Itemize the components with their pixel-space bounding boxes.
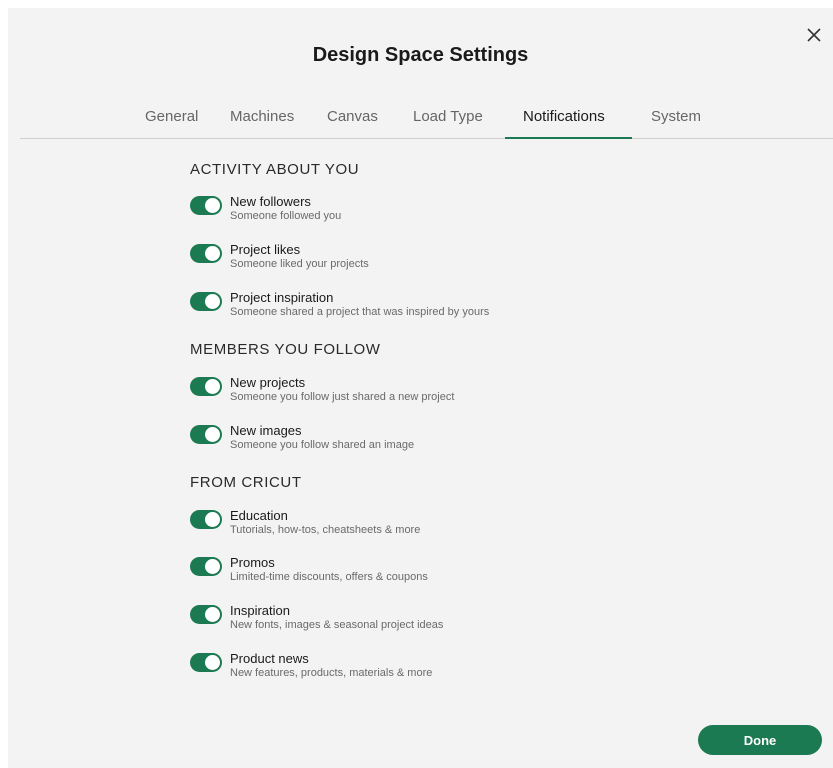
toggle-project-likes[interactable]: [190, 244, 222, 263]
section-title-activity: ACTIVITY ABOUT YOU: [190, 161, 360, 178]
toggle-education[interactable]: [190, 510, 222, 529]
item-label: Product news: [230, 651, 309, 666]
toggle-inspiration[interactable]: [190, 605, 222, 624]
item-label: Inspiration: [230, 603, 290, 618]
item-label: Project inspiration: [230, 290, 334, 305]
item-label: New followers: [230, 194, 311, 209]
toggle-new-projects[interactable]: [190, 377, 222, 396]
item-description: Someone you follow shared an image: [230, 439, 415, 451]
tab-notifications[interactable]: Notifications: [523, 108, 605, 125]
settings-tabs: General Machines Canvas Load Type Notifi…: [20, 104, 833, 139]
toggle-promos[interactable]: [190, 557, 222, 576]
settings-dialog: Design Space Settings General Machines C…: [8, 8, 833, 768]
item-description: Limited-time discounts, offers & coupons: [230, 571, 428, 583]
done-button[interactable]: Done: [698, 725, 822, 755]
item-description: Tutorials, how-tos, cheatsheets & more: [230, 524, 421, 536]
toggle-new-followers[interactable]: [190, 196, 222, 215]
item-label: New projects: [230, 375, 306, 390]
item-label: Education: [230, 508, 288, 523]
item-description: Someone shared a project that was inspir…: [230, 306, 490, 318]
item-description: Someone you follow just shared a new pro…: [230, 391, 455, 403]
item-description: New fonts, images & seasonal project ide…: [230, 619, 444, 631]
toggle-project-inspiration[interactable]: [190, 292, 222, 311]
toggle-knob: [205, 607, 220, 622]
section-title-from-cricut: FROM CRICUT: [190, 474, 302, 491]
tab-canvas[interactable]: Canvas: [327, 108, 378, 125]
tab-general[interactable]: General: [145, 108, 198, 125]
section-title-members: MEMBERS YOU FOLLOW: [190, 341, 381, 358]
close-icon[interactable]: [805, 26, 823, 44]
tab-machines[interactable]: Machines: [230, 108, 294, 125]
item-description: Someone followed you: [230, 210, 342, 222]
active-tab-indicator: [505, 137, 632, 139]
toggle-knob: [205, 512, 220, 527]
toggle-product-news[interactable]: [190, 653, 222, 672]
item-label: Promos: [230, 555, 275, 570]
toggle-knob: [205, 198, 220, 213]
item-label: Project likes: [230, 242, 301, 257]
toggle-knob: [205, 294, 220, 309]
toggle-knob: [205, 559, 220, 574]
dialog-title: Design Space Settings: [312, 44, 529, 66]
toggle-knob: [205, 427, 220, 442]
item-description: New features, products, materials & more: [230, 667, 433, 679]
tab-load-type[interactable]: Load Type: [413, 108, 483, 125]
toggle-knob: [205, 246, 220, 261]
item-description: Someone liked your projects: [230, 258, 369, 270]
toggle-new-images[interactable]: [190, 425, 222, 444]
tab-system[interactable]: System: [651, 108, 701, 125]
toggle-knob: [205, 655, 220, 670]
toggle-knob: [205, 379, 220, 394]
item-label: New images: [230, 423, 302, 438]
